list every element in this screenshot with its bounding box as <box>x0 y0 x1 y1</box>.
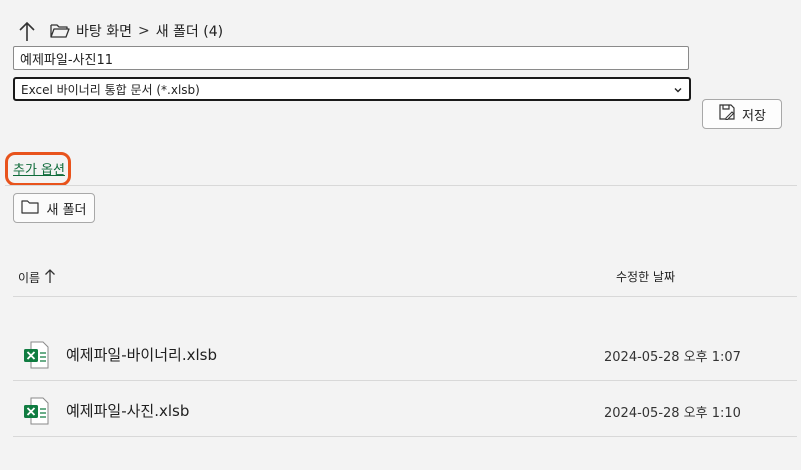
excel-file-icon <box>23 341 49 369</box>
chevron-down-icon <box>673 84 683 94</box>
sort-ascending-icon <box>44 268 56 287</box>
folder-open-icon <box>50 23 70 39</box>
file-date: 2024-05-28 오후 1:10 <box>604 406 741 421</box>
file-type-select[interactable]: Excel 바이너리 통합 문서 (*.xlsb) <box>13 77 691 101</box>
folder-icon <box>21 199 40 218</box>
save-button[interactable]: 저장 <box>702 99 782 129</box>
breadcrumb-item-desktop[interactable]: 바탕 화면 <box>76 21 132 41</box>
up-arrow-icon[interactable] <box>16 20 38 44</box>
file-name: 예제파일-사진.xlsb <box>66 402 190 420</box>
save-button-label: 저장 <box>742 108 766 124</box>
file-row[interactable]: 예제파일-바이너리.xlsb 2024-05-28 오후 1:07 <box>13 325 797 381</box>
breadcrumb: 바탕 화면 > 새 폴더 (4) <box>76 21 223 41</box>
file-row[interactable]: 예제파일-사진.xlsb 2024-05-28 오후 1:10 <box>13 381 797 437</box>
row-divider <box>13 436 797 437</box>
breadcrumb-item-new-folder[interactable]: 새 폴더 (4) <box>156 21 223 41</box>
filename-input[interactable] <box>13 46 689 70</box>
column-header-name[interactable]: 이름 <box>18 268 56 287</box>
file-date: 2024-05-28 오후 1:07 <box>604 350 741 365</box>
file-type-selected: Excel 바이너리 통합 문서 (*.xlsb) <box>21 82 200 97</box>
breadcrumb-separator: > <box>137 23 150 39</box>
column-header-date[interactable]: 수정한 날짜 <box>616 268 675 285</box>
new-folder-button[interactable]: 새 폴더 <box>13 193 95 223</box>
excel-file-icon <box>23 397 49 425</box>
column-header-name-label: 이름 <box>18 271 41 285</box>
divider <box>5 185 797 186</box>
save-icon <box>718 103 736 125</box>
more-options-link[interactable]: 추가 옵션 <box>13 159 65 178</box>
file-name: 예제파일-바이너리.xlsb <box>66 346 217 364</box>
new-folder-button-label: 새 폴더 <box>46 202 87 218</box>
divider <box>13 296 797 297</box>
